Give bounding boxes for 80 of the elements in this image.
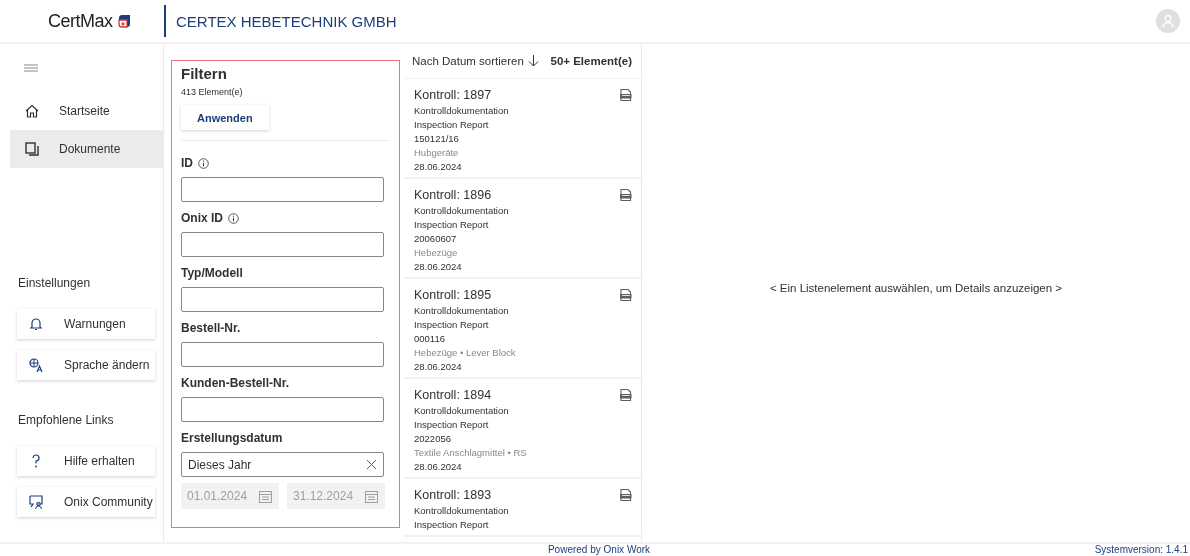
chat-person-icon bbox=[28, 494, 44, 510]
document-detail: Inspection Report bbox=[414, 418, 490, 432]
document-detail: Inspection Report bbox=[414, 518, 490, 532]
document-date: 28.06.2024 bbox=[414, 460, 463, 474]
panel-title: Filtern bbox=[181, 65, 228, 82]
nav-item[interactable]: Startseite bbox=[10, 91, 163, 130]
document-detail: 20060607 bbox=[414, 232, 458, 246]
documents-icon bbox=[24, 140, 40, 157]
document-detail: Kontrolldokumentation bbox=[414, 204, 509, 218]
clear-icon bbox=[366, 459, 377, 470]
document-category: Textile Anschlagmittel • RS bbox=[414, 446, 527, 460]
apply-button[interactable]: Anwenden bbox=[181, 105, 269, 130]
bell-icon bbox=[28, 316, 44, 332]
sidebar-button[interactable]: Warnungen bbox=[17, 309, 155, 339]
document-detail: Kontrolldokumentation bbox=[414, 504, 509, 518]
nav-item[interactable]: Dokumente bbox=[10, 129, 163, 168]
document-date: 28.06.2024 bbox=[414, 360, 463, 374]
pdf-file-icon bbox=[618, 388, 633, 402]
input-field[interactable] bbox=[181, 177, 384, 202]
sidebar-button[interactable]: Sprache ändern bbox=[17, 350, 155, 380]
document-list-item[interactable]: Kontroll: 1893 Kontrolldokumentation Inspection Report bbox=[404, 479, 641, 537]
input-field[interactable] bbox=[181, 287, 384, 312]
company-name: CERTEX HEBETECHNIK GMBH bbox=[176, 12, 398, 30]
document-title: Kontroll: 1893 bbox=[414, 487, 493, 504]
document-title: Kontroll: 1896 bbox=[414, 187, 493, 204]
field-label: Kunden-Bestell-Nr. bbox=[181, 376, 289, 390]
home-icon bbox=[24, 102, 40, 119]
pdf-file-icon bbox=[618, 88, 633, 102]
pdf-file-icon bbox=[618, 488, 633, 502]
document-date: 28.06.2024 bbox=[414, 260, 463, 274]
document-category: Hebezüge • Lever Block bbox=[414, 346, 516, 360]
pdf-file-icon bbox=[618, 288, 633, 302]
date-range-dropdown[interactable]: Dieses Jahr bbox=[181, 452, 384, 477]
document-detail: Inspection Report bbox=[414, 318, 490, 332]
document-list-item[interactable]: Kontroll: 1897 Kontrolldokumentation Inspection Report 150121/16 Hubgeräte 28.06.2024 bbox=[404, 79, 641, 179]
powered-by-text: Powered by Onix Work bbox=[547, 544, 651, 556]
field-label: Typ/Modell bbox=[181, 266, 243, 280]
document-detail: Kontrolldokumentation bbox=[414, 104, 509, 118]
menu-icon bbox=[24, 62, 38, 73]
document-detail: Inspection Report bbox=[414, 118, 490, 132]
input-field[interactable] bbox=[181, 232, 384, 257]
info-icon bbox=[228, 212, 239, 224]
document-title: Kontroll: 1895 bbox=[414, 287, 493, 304]
field-label: ID bbox=[181, 156, 193, 170]
section-heading: Einstellungen bbox=[18, 275, 92, 292]
logo-icon bbox=[115, 13, 133, 29]
item-count: 413 Element(e) bbox=[181, 87, 244, 97]
document-category: Hubgeräte bbox=[414, 146, 460, 160]
document-detail: 2022056 bbox=[414, 432, 452, 446]
document-title: Kontroll: 1897 bbox=[414, 87, 493, 104]
document-list-item[interactable]: Kontroll: 1895 Kontrolldokumentation Inspection Report 000116 Hebezüge • Lever Block 28.06.2024 bbox=[404, 279, 641, 379]
sidebar-button[interactable]: Hilfe erhalten bbox=[17, 446, 155, 476]
calendar-icon bbox=[258, 488, 273, 504]
document-category: Hebezüge bbox=[414, 246, 459, 260]
field-label: Erstellungsdatum bbox=[181, 431, 283, 445]
item-count: 50+ Element(e) bbox=[550, 55, 632, 67]
document-list-item[interactable]: Kontroll: 1896 Kontrolldokumentation Inspection Report 20060607 Hebezüge 28.06.2024 bbox=[404, 179, 641, 279]
document-detail: 000116 bbox=[414, 332, 446, 346]
document-detail: Inspection Report bbox=[414, 218, 490, 232]
calendar-icon bbox=[364, 488, 379, 504]
empty-state-message: < Ein Listenelement auswählen, um Details anzuzeigen > bbox=[769, 282, 1063, 294]
document-detail: 150121/16 bbox=[414, 132, 460, 146]
input-field[interactable] bbox=[181, 397, 384, 422]
language-icon bbox=[28, 357, 44, 373]
input-field[interactable] bbox=[181, 342, 384, 367]
section-heading: Empfohlene Links bbox=[18, 412, 115, 429]
document-date: 28.06.2024 bbox=[414, 160, 463, 174]
document-detail: Kontrolldokumentation bbox=[414, 304, 510, 318]
down-arrow-icon bbox=[527, 55, 539, 67]
logo-text: CertMax bbox=[48, 10, 113, 32]
field-label: Onix ID bbox=[181, 211, 223, 225]
info-icon bbox=[198, 157, 209, 169]
document-detail: Kontrolldokumentation bbox=[414, 404, 510, 418]
sort-button[interactable]: Nach Datum sortieren bbox=[412, 55, 539, 67]
document-list-item[interactable]: Kontroll: 1894 Kontrolldokumentation Inspection Report 2022056 Textile Anschlagmittel • RS 28.06.2024 bbox=[404, 379, 641, 479]
field-label: Bestell-Nr. bbox=[181, 321, 241, 335]
sidebar-button[interactable]: Onix Community bbox=[17, 487, 155, 517]
pdf-file-icon bbox=[618, 188, 633, 202]
document-title: Kontroll: 1894 bbox=[414, 387, 493, 404]
version-text: Systemversion: 1.4.1 bbox=[1094, 544, 1188, 556]
